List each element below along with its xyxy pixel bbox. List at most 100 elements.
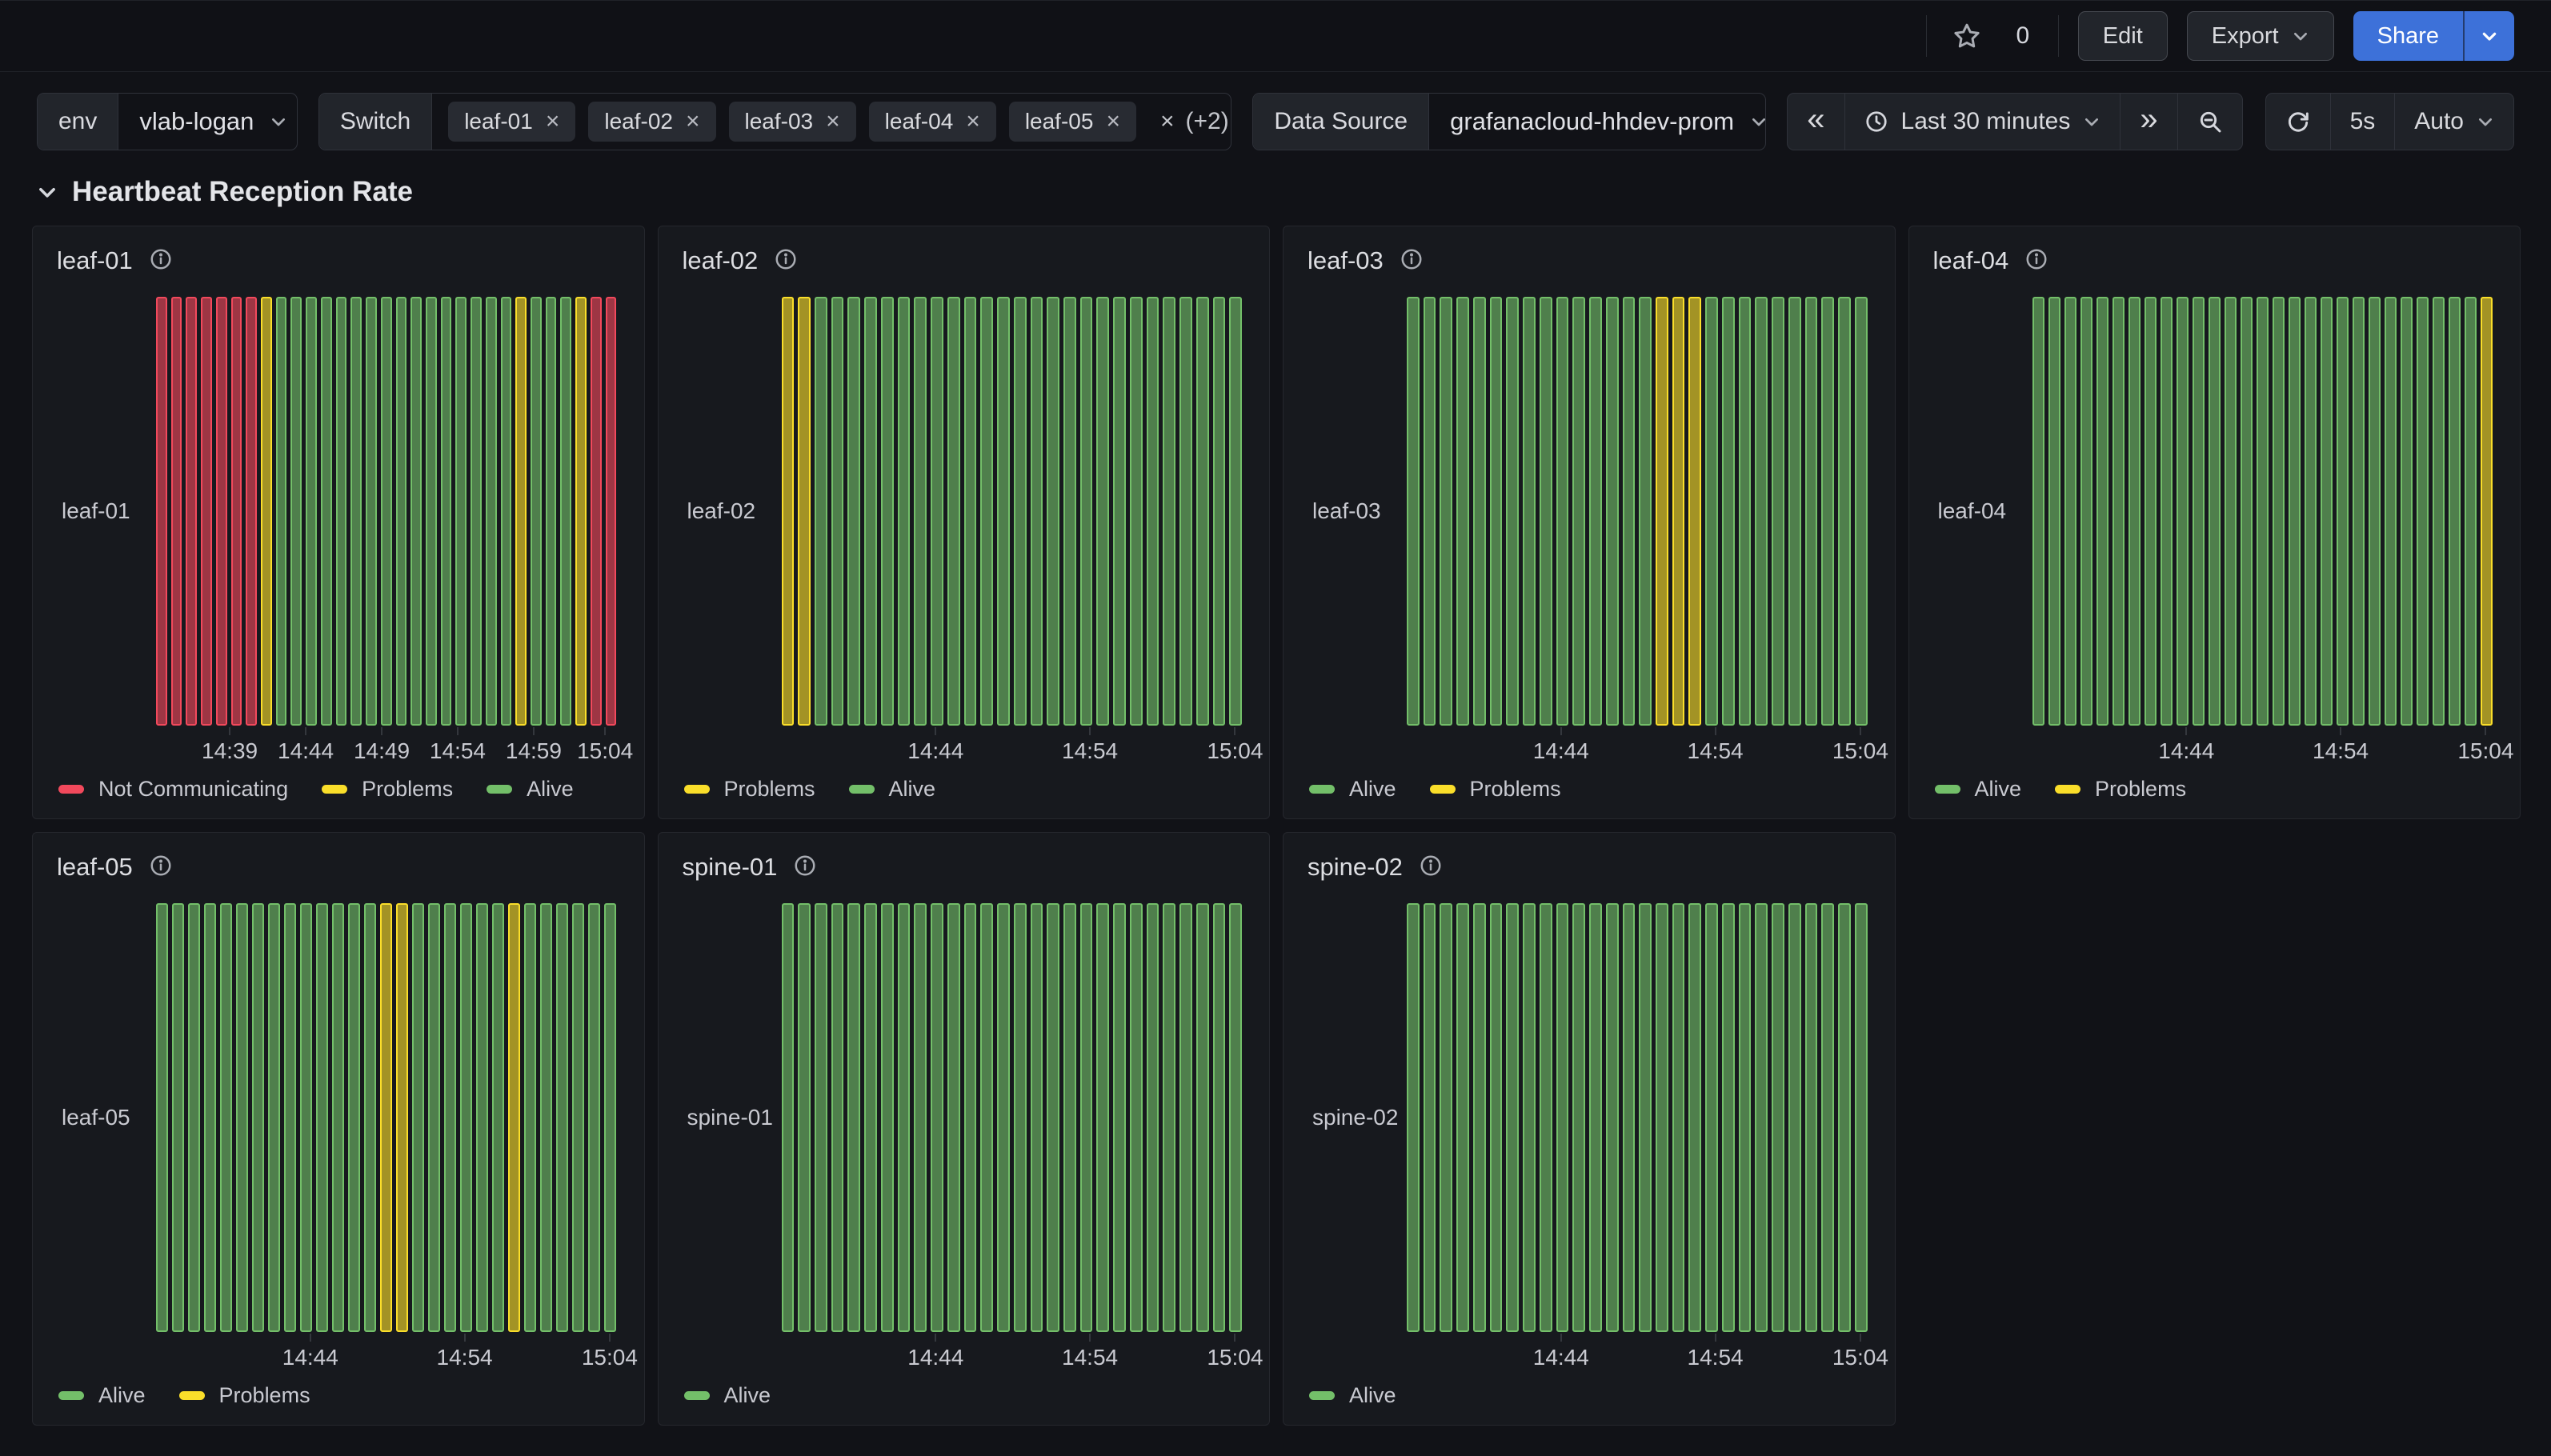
status-bar-alive[interactable] [455, 297, 467, 726]
status-bar-alive[interactable] [1788, 903, 1801, 1332]
status-bar-alive[interactable] [531, 297, 542, 726]
status-bar-alive[interactable] [1755, 903, 1768, 1332]
status-bar-alive[interactable] [2193, 297, 2205, 726]
status-bar-alive[interactable] [460, 903, 472, 1332]
status-bar-alive[interactable] [881, 297, 894, 726]
status-bar-alive[interactable] [782, 903, 795, 1332]
status-bar-alive[interactable] [2433, 297, 2445, 726]
legend-item-alive[interactable]: Alive [684, 1383, 771, 1408]
status-bar-alive[interactable] [1821, 297, 1834, 726]
status-bar-alive[interactable] [588, 903, 600, 1332]
tag-close-icon[interactable]: × [686, 110, 700, 134]
status-bar-alive[interactable] [947, 903, 960, 1332]
time-shift-back-button[interactable]: « [1788, 94, 1844, 150]
status-bar-alive[interactable] [236, 903, 248, 1332]
status-bar-alive[interactable] [321, 297, 332, 726]
legend-item-alive[interactable]: Alive [487, 777, 574, 802]
status-bar-alive[interactable] [1772, 903, 1784, 1332]
status-bar-alive[interactable] [1096, 903, 1109, 1332]
legend-item-alive[interactable]: Alive [1309, 1383, 1396, 1408]
status-bar-alive[interactable] [220, 903, 232, 1332]
status-bar-alive[interactable] [1407, 297, 1420, 726]
status-bar-alive[interactable] [798, 903, 811, 1332]
status-bar-alive[interactable] [2401, 297, 2413, 726]
status-bar-alive[interactable] [1490, 903, 1503, 1332]
status-bar-alive[interactable] [914, 297, 927, 726]
status-bar-alive[interactable] [1656, 903, 1668, 1332]
panel-header[interactable]: leaf-01 [50, 238, 627, 284]
status-bar-alive[interactable] [1705, 903, 1718, 1332]
status-bar-alive[interactable] [412, 903, 424, 1332]
status-bar-alive[interactable] [1179, 297, 1192, 726]
status-bar-alive[interactable] [1229, 297, 1242, 726]
refresh-mode-dropdown[interactable]: Auto [2394, 94, 2513, 150]
status-bar-alive[interactable] [2289, 297, 2301, 726]
legend-item-problems[interactable]: Problems [684, 777, 815, 802]
status-bar-alive[interactable] [1213, 903, 1226, 1332]
status-bar-alive[interactable] [1805, 297, 1818, 726]
status-bar-alive[interactable] [2385, 297, 2397, 726]
status-bar-alive[interactable] [2337, 297, 2349, 726]
status-bar-not-communicating[interactable] [171, 297, 182, 726]
info-icon[interactable] [2024, 247, 2048, 275]
status-bar-alive[interactable] [1163, 903, 1175, 1332]
status-bar-alive[interactable] [486, 297, 497, 726]
status-bar-alive[interactable] [2161, 297, 2173, 726]
status-bar-alive[interactable] [1113, 297, 1126, 726]
status-bar-problems[interactable] [396, 903, 408, 1332]
status-bar-alive[interactable] [1147, 297, 1159, 726]
status-bar-problems[interactable] [261, 297, 272, 726]
status-bar-alive[interactable] [441, 297, 452, 726]
status-bar-alive[interactable] [2209, 297, 2221, 726]
status-bar-alive[interactable] [1473, 297, 1486, 726]
refresh-button[interactable] [2266, 94, 2330, 150]
status-bar-alive[interactable] [381, 297, 392, 726]
status-bar-alive[interactable] [1589, 903, 1602, 1332]
status-bar-alive[interactable] [410, 297, 422, 726]
status-bar-alive[interactable] [1424, 297, 1436, 726]
status-bar-alive[interactable] [1722, 297, 1735, 726]
status-bar-alive[interactable] [931, 297, 943, 726]
status-bar-alive[interactable] [1672, 903, 1685, 1332]
info-icon[interactable] [149, 247, 173, 275]
tag-close-icon[interactable]: × [966, 110, 980, 134]
legend-item-not-communicating[interactable]: Not Communicating [58, 777, 288, 802]
status-bar-alive[interactable] [1014, 297, 1027, 726]
export-button[interactable]: Export [2187, 11, 2334, 61]
status-bar-not-communicating[interactable] [186, 297, 197, 726]
status-bar-alive[interactable] [980, 903, 993, 1332]
status-bar-alive[interactable] [501, 297, 512, 726]
status-bar-alive[interactable] [2369, 297, 2381, 726]
legend-item-problems[interactable]: Problems [2055, 777, 2186, 802]
status-bar-alive[interactable] [300, 903, 312, 1332]
status-bar-alive[interactable] [290, 297, 302, 726]
status-bar-alive[interactable] [2257, 297, 2269, 726]
status-bar-alive[interactable] [572, 903, 584, 1332]
status-bar-alive[interactable] [997, 903, 1010, 1332]
status-bar-alive[interactable] [1739, 903, 1752, 1332]
status-bar-alive[interactable] [1031, 903, 1043, 1332]
status-bar-problems[interactable] [2481, 297, 2493, 726]
status-bar-alive[interactable] [1540, 297, 1552, 726]
status-bar-alive[interactable] [931, 903, 943, 1332]
status-bar-alive[interactable] [1705, 297, 1718, 726]
status-bar-alive[interactable] [1606, 903, 1619, 1332]
status-bar-alive[interactable] [1014, 903, 1027, 1332]
status-bar-alive[interactable] [604, 903, 616, 1332]
switch-tag[interactable]: leaf-02× [588, 102, 715, 142]
status-bar-alive[interactable] [172, 903, 184, 1332]
status-bar-alive[interactable] [2112, 297, 2124, 726]
status-bar-alive[interactable] [1589, 297, 1602, 726]
status-bar-alive[interactable] [396, 297, 407, 726]
status-bar-alive[interactable] [204, 903, 216, 1332]
status-bar-not-communicating[interactable] [216, 297, 227, 726]
refresh-interval-value[interactable]: 5s [2330, 94, 2395, 150]
status-bar-alive[interactable] [1540, 903, 1552, 1332]
panel-header[interactable]: leaf-05 [50, 844, 627, 890]
status-bar-alive[interactable] [1407, 903, 1420, 1332]
legend-item-alive[interactable]: Alive [58, 1383, 146, 1408]
info-icon[interactable] [149, 854, 173, 882]
status-bar-alive[interactable] [2353, 297, 2365, 726]
status-bar-alive[interactable] [1805, 903, 1818, 1332]
status-bar-alive[interactable] [1722, 903, 1735, 1332]
